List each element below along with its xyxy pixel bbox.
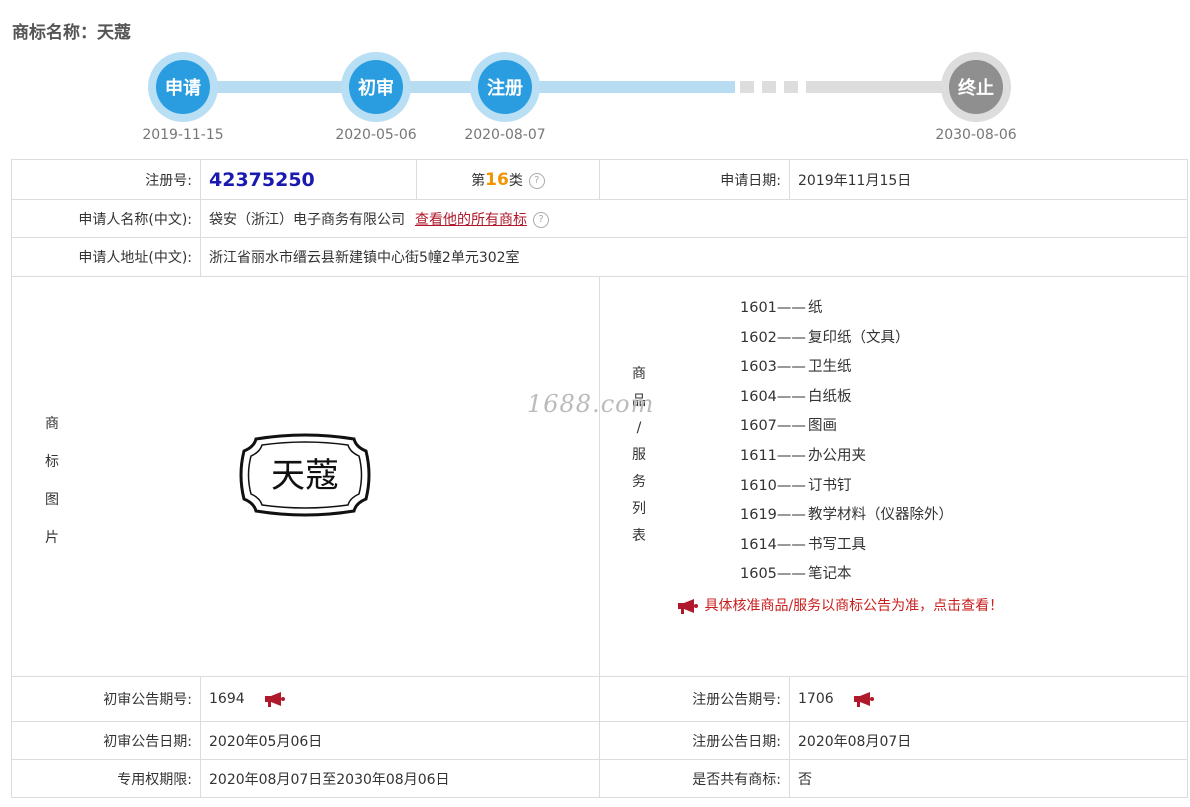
- watermark: 1688.com: [527, 390, 655, 418]
- reg-ann-no-label: 注册公告期号:: [599, 676, 790, 722]
- table-row: 专用权期限: 2020年08月07日至2030年08月06日 是否共有商标: 否: [11, 759, 1188, 798]
- timeline-node-prelim: 初审: [341, 52, 411, 122]
- megaphone-icon: [678, 599, 698, 614]
- prelim-no-label: 初审公告期号:: [11, 676, 201, 722]
- goods-cell: 商 品 / 服 务 列 表 1601—— 纸 1602—— 复印纸（文具） 1603…: [599, 276, 1188, 677]
- timeline-date: 2020-05-06: [335, 127, 417, 143]
- prelim-no-value: 1694: [209, 691, 245, 707]
- class-prefix: 第: [471, 172, 486, 189]
- goods-item: 1610—— 订书钉: [740, 477, 852, 494]
- applicant-address-value: 浙江省丽水市缙云县新建镇中心街5幢2单元302室: [200, 237, 1188, 277]
- goods-item: 1607—— 图画: [740, 418, 837, 435]
- reg-ann-date-value: 2020年08月07日: [789, 721, 1188, 760]
- table-row: 申请人地址(中文): 浙江省丽水市缙云县新建镇中心街5幢2单元302室: [11, 237, 1188, 277]
- table-row: 申请人名称(中文): 袋安（浙江）电子商务有限公司 查看他的所有商标?: [11, 199, 1188, 238]
- goods-item: 1601—— 纸: [740, 300, 823, 316]
- apply-date-value: 2019年11月15日: [789, 159, 1188, 200]
- reg-no-label: 注册号:: [11, 159, 201, 200]
- trademark-image: 天蔻: [239, 433, 371, 517]
- prelim-no-cell: 1694: [200, 676, 600, 722]
- timeline-node-apply: 申请: [148, 52, 218, 122]
- timeline-node-end: 终止: [941, 52, 1011, 122]
- timeline-date: 2020-08-07: [464, 127, 546, 143]
- class-suffix: 类: [508, 172, 523, 189]
- reg-ann-date-label: 注册公告日期:: [599, 721, 790, 760]
- period-label: 专用权期限:: [11, 759, 201, 798]
- prelim-date-value: 2020年05月06日: [200, 721, 600, 760]
- trademark-info-table: 注册号: 42375250 第16类? 申请日期: 2019年11月15日 申请…: [11, 159, 1188, 798]
- shared-value: 否: [789, 759, 1188, 798]
- timeline-track-dash: [740, 81, 754, 93]
- class-cell: 第16类?: [416, 159, 600, 200]
- goods-item: 1614—— 书写工具: [740, 536, 866, 553]
- help-icon[interactable]: ?: [528, 172, 545, 189]
- goods-list: 1601—— 纸 1602—— 复印纸（文具） 1603—— 卫生纸 1604—— 白纸…: [740, 294, 953, 590]
- apply-date-label: 申请日期:: [599, 159, 790, 200]
- timeline-track-progress: [183, 81, 735, 93]
- timeline-date: 2019-11-15: [142, 127, 224, 143]
- class-number: 16: [485, 169, 509, 190]
- goods-notice-link[interactable]: 具体核准商品/服务以商标公告为准，点击查看！: [676, 595, 1003, 615]
- timeline-node-register: 注册: [470, 52, 540, 122]
- table-row: 初审公告日期: 2020年05月06日 注册公告日期: 2020年08月07日: [11, 721, 1188, 760]
- reg-ann-no-cell: 1706: [789, 676, 1188, 722]
- reg-no-cell: 42375250: [200, 159, 417, 200]
- megaphone-icon[interactable]: [852, 691, 876, 707]
- timeline-date: 2030-08-06: [935, 127, 1017, 143]
- shared-label: 是否共有商标:: [599, 759, 790, 798]
- applicant-name-value: 袋安（浙江）电子商务有限公司: [209, 211, 405, 228]
- applicant-name-label: 申请人名称(中文):: [11, 199, 201, 238]
- reg-no-value: 42375250: [209, 168, 315, 191]
- mark-image-cell: 商 标 图 片 天蔻: [11, 276, 600, 677]
- view-all-marks-link[interactable]: 查看他的所有商标: [415, 212, 527, 228]
- prelim-date-label: 初审公告日期:: [11, 721, 201, 760]
- goods-item: 1605—— 笔记本: [740, 566, 852, 583]
- period-value: 2020年08月07日至2030年08月06日: [200, 759, 600, 798]
- trademark-text: 天蔻: [271, 456, 339, 496]
- timeline-track-dash: [762, 81, 776, 93]
- mark-image-label: 商 标 图 片: [45, 416, 59, 546]
- table-row: 注册号: 42375250 第16类? 申请日期: 2019年11月15日: [11, 159, 1188, 200]
- goods-item: 1603—— 卫生纸: [740, 359, 852, 376]
- applicant-address-label: 申请人地址(中文):: [11, 237, 201, 277]
- goods-item: 1611—— 办公用夹: [740, 447, 866, 464]
- table-row: 初审公告期号: 1694 注册公告期号: 1706: [11, 676, 1188, 722]
- help-icon[interactable]: ?: [533, 211, 549, 228]
- goods-item: 1602—— 复印纸（文具）: [740, 329, 910, 346]
- applicant-name-cell: 袋安（浙江）电子商务有限公司 查看他的所有商标?: [200, 199, 1188, 238]
- page-title: 商标名称：天蔻: [12, 23, 131, 43]
- table-row: 商 标 图 片 天蔻 商 品 / 服 务 列 表 1601—— 纸 1602——…: [11, 276, 1188, 677]
- reg-ann-no-value: 1706: [798, 691, 834, 707]
- timeline-track-dash: [784, 81, 798, 93]
- megaphone-icon[interactable]: [263, 691, 287, 707]
- goods-item: 1619—— 教学材料（仪器除外）: [740, 507, 953, 524]
- goods-item: 1604—— 白纸板: [740, 388, 852, 405]
